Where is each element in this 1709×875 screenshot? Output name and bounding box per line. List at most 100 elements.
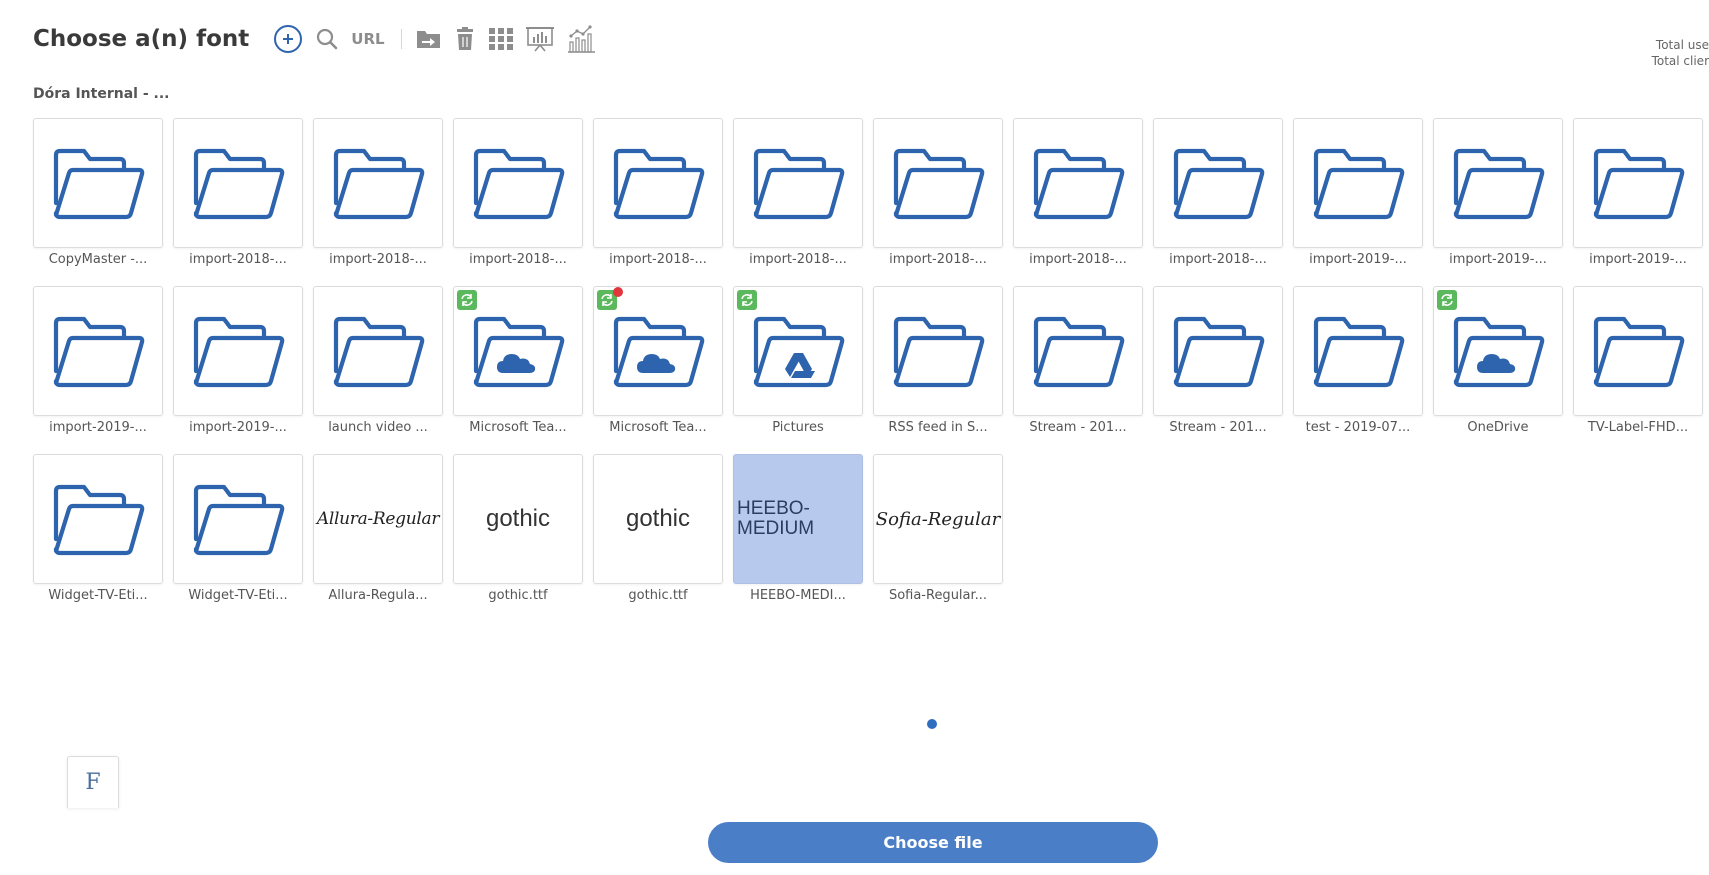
- sync-icon: [461, 294, 473, 306]
- sync-badge: [1437, 290, 1457, 310]
- folder-tile[interactable]: import-2019-...: [1293, 118, 1423, 268]
- folder-icon: [1593, 148, 1685, 220]
- folder-icon: [1033, 316, 1125, 388]
- tile-caption: test - 2019-07...: [1305, 420, 1411, 435]
- folder-tile[interactable]: import-2019-...: [173, 286, 303, 436]
- tile-thumbnail: [313, 118, 443, 248]
- sync-badge: [457, 290, 477, 310]
- tile-caption: Microsoft Tea...: [609, 420, 707, 435]
- presentation-view-button[interactable]: [525, 21, 554, 57]
- folder-tile[interactable]: import-2019-...: [1573, 118, 1703, 268]
- folder-tile[interactable]: import-2019-...: [33, 286, 163, 436]
- tile-caption: import-2018-...: [1169, 252, 1267, 267]
- folder-icon: [193, 484, 285, 556]
- tile-caption: Stream - 201...: [1169, 420, 1267, 435]
- tile-thumbnail: [173, 286, 303, 416]
- font-file-tile[interactable]: gothic gothic.ttf: [453, 454, 583, 604]
- font-file-tile[interactable]: Allura-Regular Allura-Regula...: [313, 454, 443, 604]
- folder-tile[interactable]: import-2018-...: [873, 118, 1003, 268]
- url-button[interactable]: URL: [351, 21, 384, 57]
- folder-icon: [1313, 316, 1405, 388]
- folder-tile[interactable]: Stream - 201...: [1153, 286, 1283, 436]
- search-button[interactable]: [315, 21, 339, 57]
- import-icon: [416, 31, 440, 48]
- tile-thumbnail: [173, 118, 303, 248]
- tile-thumbnail: [733, 118, 863, 248]
- tile-caption: import-2019-...: [1449, 252, 1547, 267]
- folder-tile[interactable]: launch video ...: [313, 286, 443, 436]
- folder-tile[interactable]: import-2018-...: [313, 118, 443, 268]
- folder-tile[interactable]: TV-Label-FHD...: [1573, 286, 1703, 436]
- tile-caption: Sofia-Regular...: [888, 588, 988, 603]
- google-drive-folder-icon: [753, 316, 845, 388]
- tile-thumbnail: [453, 118, 583, 248]
- tile-caption: import-2018-...: [329, 252, 427, 267]
- tile-caption: OneDrive: [1467, 420, 1529, 435]
- font-preview-text: Allura-Regular: [316, 509, 440, 529]
- tile-thumbnail: [453, 286, 583, 416]
- tile-thumbnail: [873, 118, 1003, 248]
- folder-tile[interactable]: Widget-TV-Eti...: [33, 454, 163, 604]
- tile-thumbnail: [1013, 118, 1143, 248]
- tile-thumbnail: [1293, 286, 1423, 416]
- toolbar: Choose a(n) font URL: [33, 18, 608, 60]
- tile-caption: CopyMaster -...: [48, 252, 148, 267]
- folder-tile[interactable]: import-2018-...: [1153, 118, 1283, 268]
- font-preview-text: HEEBO- MEDIUM: [737, 498, 815, 539]
- folder-tile[interactable]: Microsoft Tea...: [453, 286, 583, 436]
- folder-tile[interactable]: import-2018-...: [453, 118, 583, 268]
- folder-icon: [893, 316, 985, 388]
- folder-icon: [53, 316, 145, 388]
- folder-tile[interactable]: import-2018-...: [733, 118, 863, 268]
- folder-tile[interactable]: Pictures: [733, 286, 863, 436]
- tile-caption: import-2018-...: [1029, 252, 1127, 267]
- tile-caption: import-2019-...: [1309, 252, 1407, 267]
- folder-tile[interactable]: OneDrive: [1433, 286, 1563, 436]
- selected-font-preview: F: [67, 756, 119, 808]
- tile-thumbnail: gothic: [453, 454, 583, 584]
- folder-tile[interactable]: CopyMaster -...: [33, 118, 163, 268]
- pagination-dot[interactable]: [927, 719, 937, 729]
- tile-thumbnail: HEEBO- MEDIUM: [733, 454, 863, 584]
- folder-tile[interactable]: import-2018-...: [173, 118, 303, 268]
- folder-icon: [893, 148, 985, 220]
- sync-icon: [1441, 294, 1453, 306]
- tile-thumbnail: [1153, 118, 1283, 248]
- folder-tile[interactable]: Widget-TV-Eti...: [173, 454, 303, 604]
- onedrive-folder-icon: [1453, 316, 1545, 388]
- stats-view-icon: [567, 25, 595, 53]
- delete-button[interactable]: [454, 21, 476, 57]
- folder-tile[interactable]: Microsoft Tea...: [593, 286, 723, 436]
- tile-caption: Widget-TV-Eti...: [188, 588, 288, 603]
- folder-tile[interactable]: import-2018-...: [593, 118, 723, 268]
- folder-icon: [1453, 148, 1545, 220]
- add-button[interactable]: [273, 21, 303, 57]
- grid-view-button[interactable]: [488, 21, 514, 57]
- tile-caption: Pictures: [772, 420, 824, 435]
- trash-icon: [456, 27, 473, 50]
- tile-thumbnail: [1573, 286, 1703, 416]
- choose-file-button[interactable]: Choose file: [708, 822, 1158, 863]
- font-file-tile[interactable]: HEEBO- MEDIUM HEEBO-MEDI...: [733, 454, 863, 604]
- breadcrumb[interactable]: Dóra Internal - ...: [33, 86, 169, 102]
- import-button[interactable]: [416, 21, 442, 57]
- font-file-tile[interactable]: Sofia-Regular Sofia-Regular...: [873, 454, 1003, 604]
- tile-thumbnail: [1153, 286, 1283, 416]
- total-use-label: Total use: [1655, 38, 1709, 52]
- tile-thumbnail: [1013, 286, 1143, 416]
- tile-caption: RSS feed in S...: [888, 420, 988, 435]
- tile-caption: import-2018-...: [609, 252, 707, 267]
- tile-caption: import-2018-...: [189, 252, 287, 267]
- onedrive-folder-icon: [613, 316, 705, 388]
- folder-tile[interactable]: import-2019-...: [1433, 118, 1563, 268]
- font-file-tile[interactable]: gothic gothic.ttf: [593, 454, 723, 604]
- tile-caption: HEEBO-MEDI...: [750, 588, 846, 603]
- folder-tile[interactable]: RSS feed in S...: [873, 286, 1003, 436]
- tile-thumbnail: [1433, 286, 1563, 416]
- tile-thumbnail: gothic: [593, 454, 723, 584]
- folder-tile[interactable]: test - 2019-07...: [1293, 286, 1423, 436]
- folder-tile[interactable]: Stream - 201...: [1013, 286, 1143, 436]
- stats-view-button[interactable]: [566, 21, 596, 57]
- folder-tile[interactable]: import-2018-...: [1013, 118, 1143, 268]
- page-title: Choose a(n) font: [33, 26, 250, 52]
